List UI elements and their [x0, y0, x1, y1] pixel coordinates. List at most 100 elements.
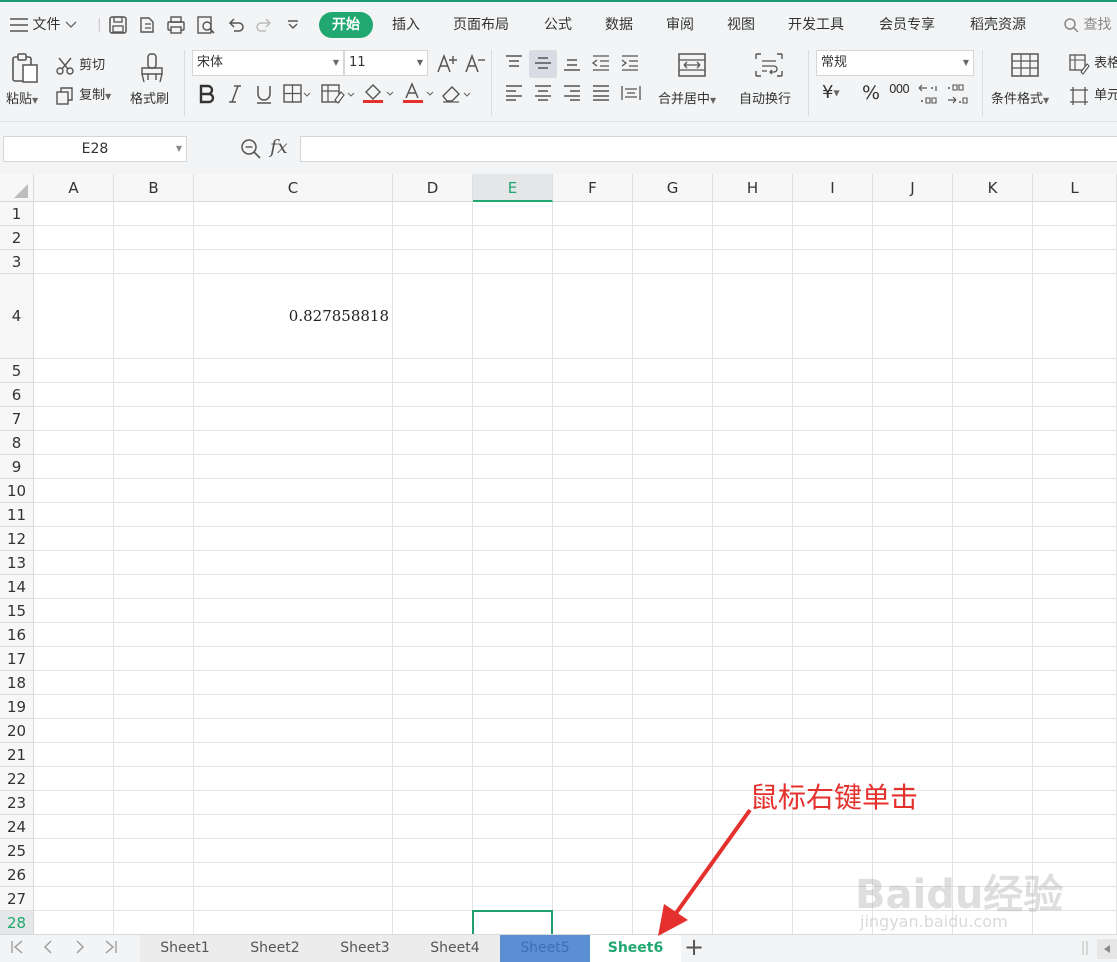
row-header-25[interactable]: 25 — [0, 839, 34, 863]
percent-button[interactable]: % — [862, 82, 880, 104]
row-header-6[interactable]: 6 — [0, 383, 34, 407]
decrease-indent-button[interactable] — [591, 54, 611, 76]
undo-button[interactable] — [226, 12, 246, 38]
font-name-select[interactable]: 宋体 ▼ — [192, 50, 344, 76]
format-painter-button[interactable] — [138, 52, 166, 88]
paste-dropdown[interactable]: 粘贴▼ — [6, 88, 38, 107]
paste-button[interactable] — [9, 52, 41, 88]
row-header-23[interactable]: 23 — [0, 791, 34, 815]
row-header-14[interactable]: 14 — [0, 575, 34, 599]
row-header-19[interactable]: 19 — [0, 695, 34, 719]
tab-page-layout[interactable]: 页面布局 — [453, 12, 509, 38]
column-header-j[interactable]: J — [873, 174, 953, 202]
sheet-tab-sheet3[interactable]: Sheet3 — [320, 935, 410, 962]
row-header-18[interactable]: 18 — [0, 671, 34, 695]
sheet-tab-sheet1[interactable]: Sheet1 — [140, 935, 230, 962]
increase-font-button[interactable] — [436, 52, 458, 78]
increase-indent-button[interactable] — [620, 54, 640, 76]
export-pdf-button[interactable] — [137, 12, 157, 38]
select-all-corner[interactable] — [0, 174, 34, 202]
conditional-format-dropdown[interactable]: 条件格式▼ — [991, 88, 1049, 107]
font-size-select[interactable]: 11 ▼ — [344, 50, 428, 76]
row-header-4[interactable]: 4 — [0, 274, 34, 359]
row-header-17[interactable]: 17 — [0, 647, 34, 671]
print-preview-button[interactable] — [196, 12, 216, 38]
column-header-c[interactable]: C — [194, 174, 393, 202]
spreadsheet-grid[interactable]: ABCDEFGHIJKL 1 2 3 4 5 6 7 8 9 10 11 12 13 14 15 16 17 18… — [0, 174, 1117, 934]
next-sheet-button[interactable] — [73, 939, 87, 959]
tab-scroll-handle[interactable] — [1080, 939, 1090, 961]
row-header-21[interactable]: 21 — [0, 743, 34, 767]
active-cell-e28[interactable] — [472, 910, 553, 934]
tab-developer[interactable]: 开发工具 — [788, 12, 844, 38]
row-header-9[interactable]: 9 — [0, 455, 34, 479]
align-top-button[interactable] — [504, 54, 524, 76]
row-header-11[interactable]: 11 — [0, 503, 34, 527]
row-header-10[interactable]: 10 — [0, 479, 34, 503]
quick-access-more-button[interactable] — [286, 12, 300, 38]
tab-insert[interactable]: 插入 — [392, 12, 420, 38]
align-center-button[interactable] — [533, 84, 553, 106]
sheet-tab-sheet2[interactable]: Sheet2 — [230, 935, 320, 962]
fill-color-button[interactable] — [362, 82, 394, 108]
tab-data[interactable]: 数据 — [605, 12, 633, 38]
row-header-20[interactable]: 20 — [0, 719, 34, 743]
name-box[interactable]: E28 ▼ — [3, 136, 187, 162]
column-header-g[interactable]: G — [633, 174, 713, 202]
italic-button[interactable] — [227, 84, 243, 108]
align-middle-button[interactable] — [533, 54, 553, 76]
row-header-16[interactable]: 16 — [0, 623, 34, 647]
wrap-text-icon-button[interactable] — [754, 52, 784, 82]
align-left-button[interactable] — [504, 84, 524, 106]
underline-button[interactable] — [254, 84, 274, 108]
redo-button[interactable] — [254, 12, 274, 38]
cell-style-button[interactable] — [321, 84, 355, 108]
row-header-1[interactable]: 1 — [0, 202, 34, 226]
row-header-22[interactable]: 22 — [0, 767, 34, 791]
tab-scroll-left-button[interactable] — [1097, 939, 1117, 959]
merge-center-icon-button[interactable] — [677, 52, 707, 82]
row-header-3[interactable]: 3 — [0, 250, 34, 274]
tab-docer-resources[interactable]: 稻壳资源 — [970, 12, 1026, 38]
increase-decimal-button[interactable] — [917, 82, 943, 110]
row-header-12[interactable]: 12 — [0, 527, 34, 551]
currency-button[interactable]: ¥▼ — [822, 82, 840, 103]
bold-button[interactable] — [198, 84, 216, 108]
zoom-formula-button[interactable] — [240, 138, 262, 164]
decrease-decimal-button[interactable] — [946, 82, 972, 110]
row-header-28[interactable]: 28 — [0, 911, 34, 934]
row-header-7[interactable]: 7 — [0, 407, 34, 431]
row-header-2[interactable]: 2 — [0, 226, 34, 250]
align-right-button[interactable] — [562, 84, 582, 106]
align-bottom-button[interactable] — [562, 54, 582, 76]
column-header-a[interactable]: A — [34, 174, 114, 202]
column-header-d[interactable]: D — [393, 174, 473, 202]
row-header-13[interactable]: 13 — [0, 551, 34, 575]
column-header-l[interactable]: L — [1033, 174, 1117, 202]
copy-button[interactable]: 复制▼ — [55, 84, 111, 106]
column-header-h[interactable]: H — [713, 174, 793, 202]
wrap-text-label[interactable]: 自动换行 — [739, 88, 791, 107]
sheet-tab-sheet5[interactable]: Sheet5 — [500, 935, 590, 962]
column-header-b[interactable]: B — [114, 174, 194, 202]
formula-input[interactable] — [300, 136, 1117, 162]
row-header-15[interactable]: 15 — [0, 599, 34, 623]
file-menu-button[interactable]: 文件 — [10, 12, 77, 38]
sheet-tab-sheet4[interactable]: Sheet4 — [410, 935, 500, 962]
sheet-tab-sheet6[interactable]: Sheet6 — [590, 935, 681, 962]
row-header-8[interactable]: 8 — [0, 431, 34, 455]
column-header-f[interactable]: F — [553, 174, 633, 202]
column-header-k[interactable]: K — [953, 174, 1033, 202]
search-button[interactable]: 查找 — [1063, 12, 1111, 38]
conditional-format-icon-button[interactable] — [1010, 52, 1040, 82]
merge-center-dropdown[interactable]: 合并居中▼ — [658, 88, 716, 107]
save-button[interactable] — [108, 12, 128, 38]
column-header-i[interactable]: I — [793, 174, 873, 202]
print-button[interactable] — [166, 12, 186, 38]
column-header-e[interactable]: E — [473, 174, 553, 202]
tab-review[interactable]: 审阅 — [666, 12, 694, 38]
number-format-select[interactable]: 常规 ▼ — [816, 50, 974, 76]
row-header-5[interactable]: 5 — [0, 359, 34, 383]
last-sheet-button[interactable] — [104, 939, 118, 959]
row-header-24[interactable]: 24 — [0, 815, 34, 839]
